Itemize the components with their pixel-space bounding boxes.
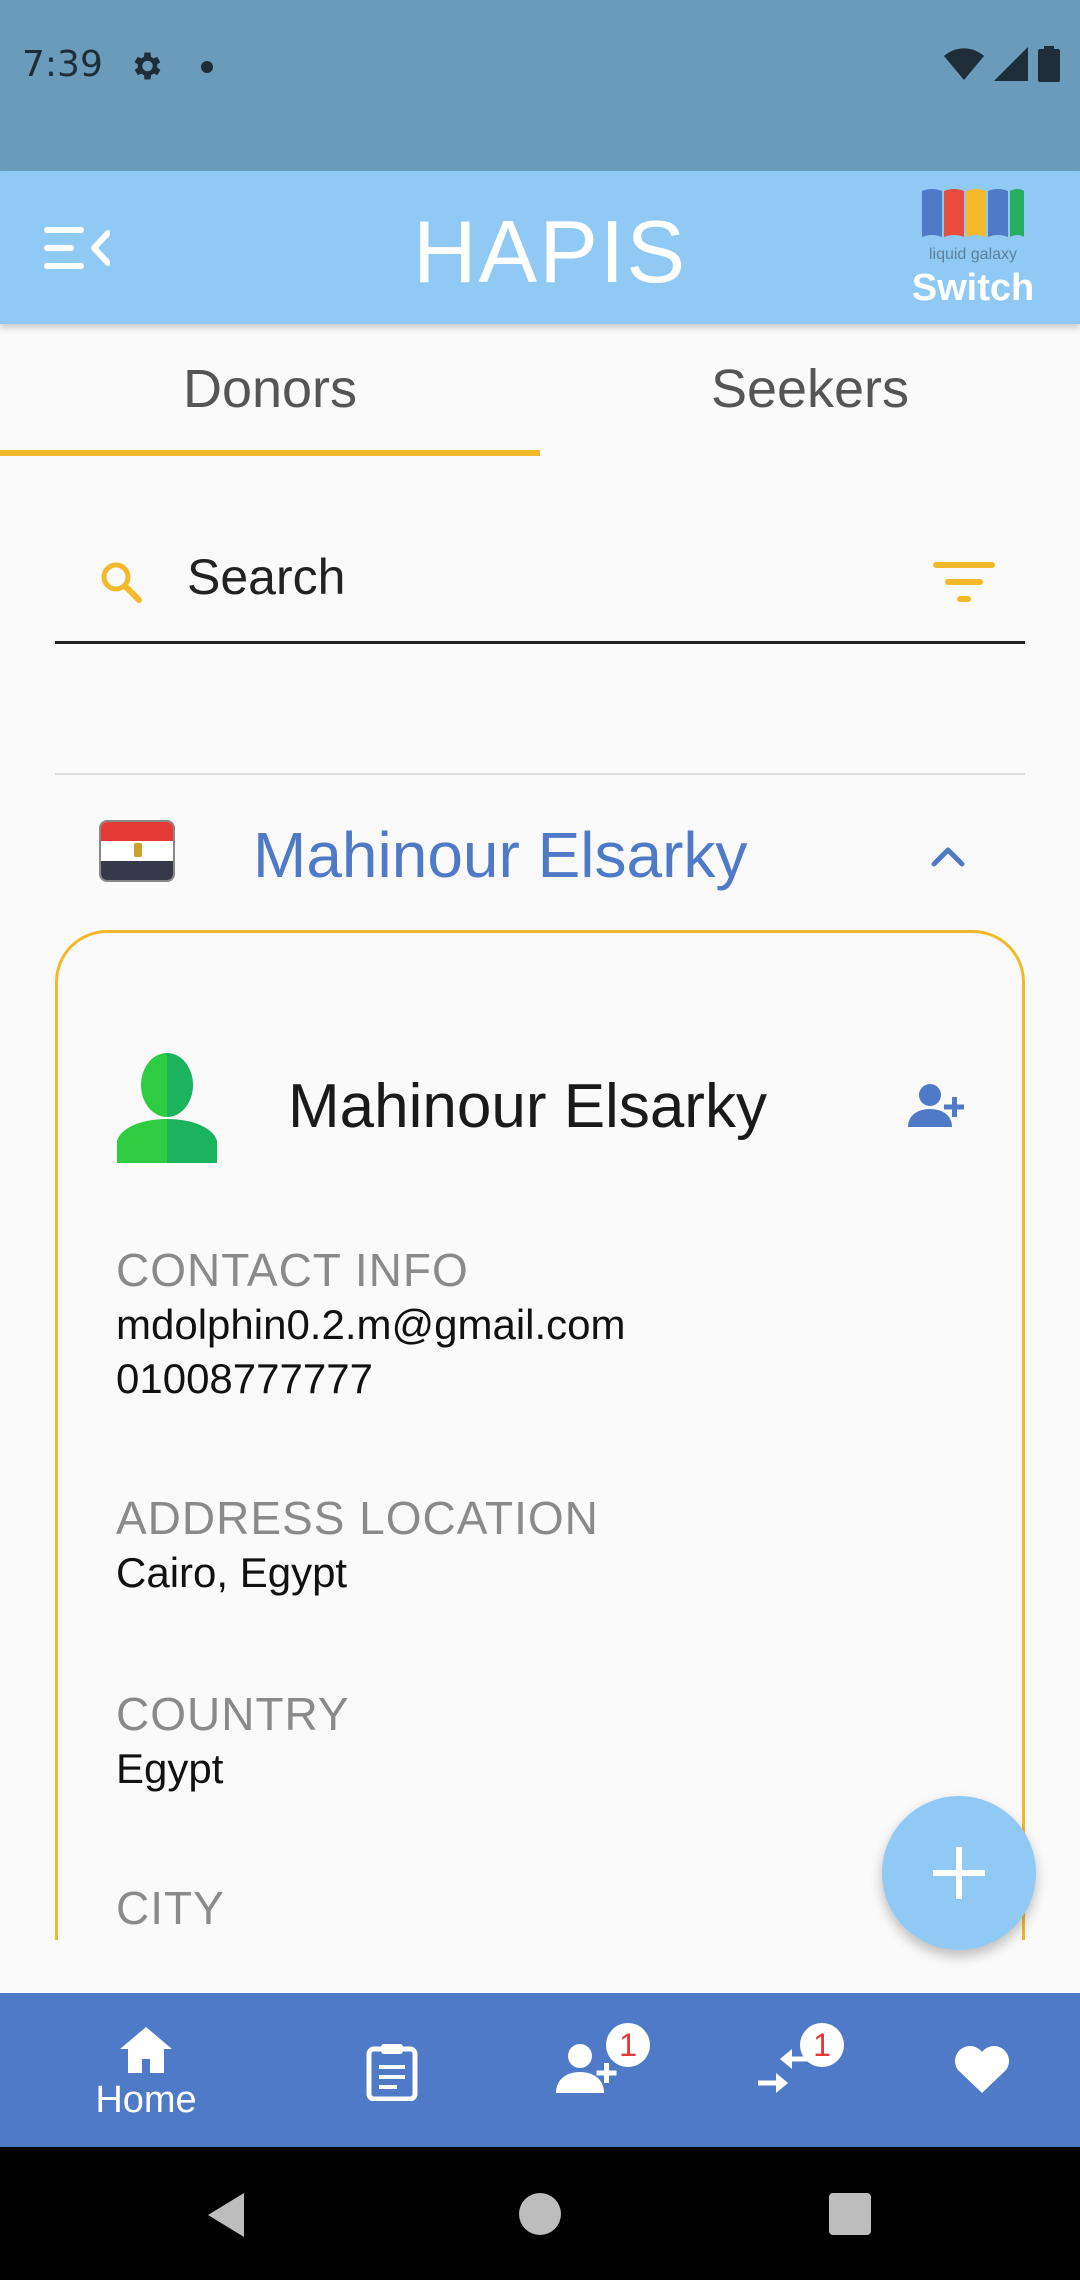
add-person-icon[interactable] bbox=[908, 1083, 966, 1129]
nav-requests[interactable]: 1 bbox=[508, 1993, 668, 2147]
person-avatar-icon bbox=[117, 1053, 217, 1163]
country-value: Egypt bbox=[116, 1745, 224, 1792]
contact-email: mdolphin0.2.m@gmail.com bbox=[116, 1301, 626, 1348]
search-input[interactable] bbox=[187, 542, 887, 612]
address-location-label: ADDRESS LOCATION bbox=[116, 1492, 599, 1544]
notification-dot-icon bbox=[201, 61, 213, 73]
bottom-navigation: Home 1 1 bbox=[0, 1993, 1080, 2147]
divider bbox=[55, 773, 1025, 775]
nav-home[interactable]: Home bbox=[66, 1993, 226, 2147]
card-donor-name: Mahinour Elsarky bbox=[288, 1072, 767, 1141]
address-location-value: Cairo, Egypt bbox=[116, 1549, 348, 1596]
add-fab-button[interactable] bbox=[882, 1796, 1036, 1950]
tab-indicator bbox=[0, 450, 540, 456]
nav-transfers[interactable]: 1 bbox=[704, 1993, 864, 2147]
search-icon bbox=[101, 562, 142, 603]
status-indicators bbox=[944, 46, 1060, 82]
transfers-badge: 1 bbox=[800, 2023, 844, 2067]
cellular-signal-icon bbox=[994, 47, 1028, 81]
filter-icon[interactable] bbox=[933, 558, 997, 606]
back-triangle-icon[interactable] bbox=[204, 2191, 248, 2239]
requests-badge: 1 bbox=[606, 2023, 650, 2067]
heart-icon bbox=[955, 2046, 1009, 2093]
wifi-icon bbox=[944, 48, 984, 80]
home-circle-icon[interactable] bbox=[519, 2193, 561, 2235]
logo-text: liquid galaxy bbox=[929, 246, 1017, 263]
clipboard-list-icon bbox=[366, 2044, 418, 2101]
recent-apps-square-icon[interactable] bbox=[829, 2193, 871, 2235]
donor-accordion-header[interactable]: Mahinour Elsarky bbox=[55, 790, 1025, 920]
country-label: COUNTRY bbox=[116, 1688, 350, 1740]
tab-bar: Donors Seekers bbox=[0, 340, 1080, 458]
system-navigation-bar bbox=[0, 2147, 1080, 2280]
status-time: 7:39 bbox=[22, 44, 103, 85]
contact-phone: 01008777777 bbox=[116, 1355, 373, 1402]
nav-favorites[interactable] bbox=[902, 1993, 1062, 2147]
tab-donors[interactable]: Donors bbox=[0, 340, 540, 458]
switch-label: Switch bbox=[911, 267, 1035, 309]
search-bar bbox=[55, 520, 1025, 644]
nav-home-label: Home bbox=[95, 2079, 197, 2121]
egypt-flag-icon bbox=[99, 820, 175, 882]
city-label: CITY bbox=[116, 1882, 225, 1934]
app-bar: HAPIS liquid galaxy Switch bbox=[0, 171, 1080, 324]
nav-tasks[interactable] bbox=[312, 1993, 472, 2147]
settings-gear-icon bbox=[134, 52, 161, 80]
tab-seekers[interactable]: Seekers bbox=[540, 340, 1080, 458]
status-bar: 7:39 bbox=[0, 0, 1080, 171]
chevron-up-icon[interactable] bbox=[926, 838, 970, 872]
contact-info-label: CONTACT INFO bbox=[116, 1244, 469, 1296]
donor-name: Mahinour Elsarky bbox=[253, 819, 748, 891]
home-icon bbox=[120, 2027, 172, 2073]
plus-icon bbox=[933, 1847, 985, 1899]
battery-icon bbox=[1038, 46, 1060, 82]
liquid-galaxy-logo-icon: liquid galaxy bbox=[922, 189, 1024, 263]
switch-button[interactable]: liquid galaxy Switch bbox=[908, 185, 1038, 310]
donor-details-card: Mahinour Elsarky CONTACT INFO mdolphin0.… bbox=[55, 930, 1025, 1940]
